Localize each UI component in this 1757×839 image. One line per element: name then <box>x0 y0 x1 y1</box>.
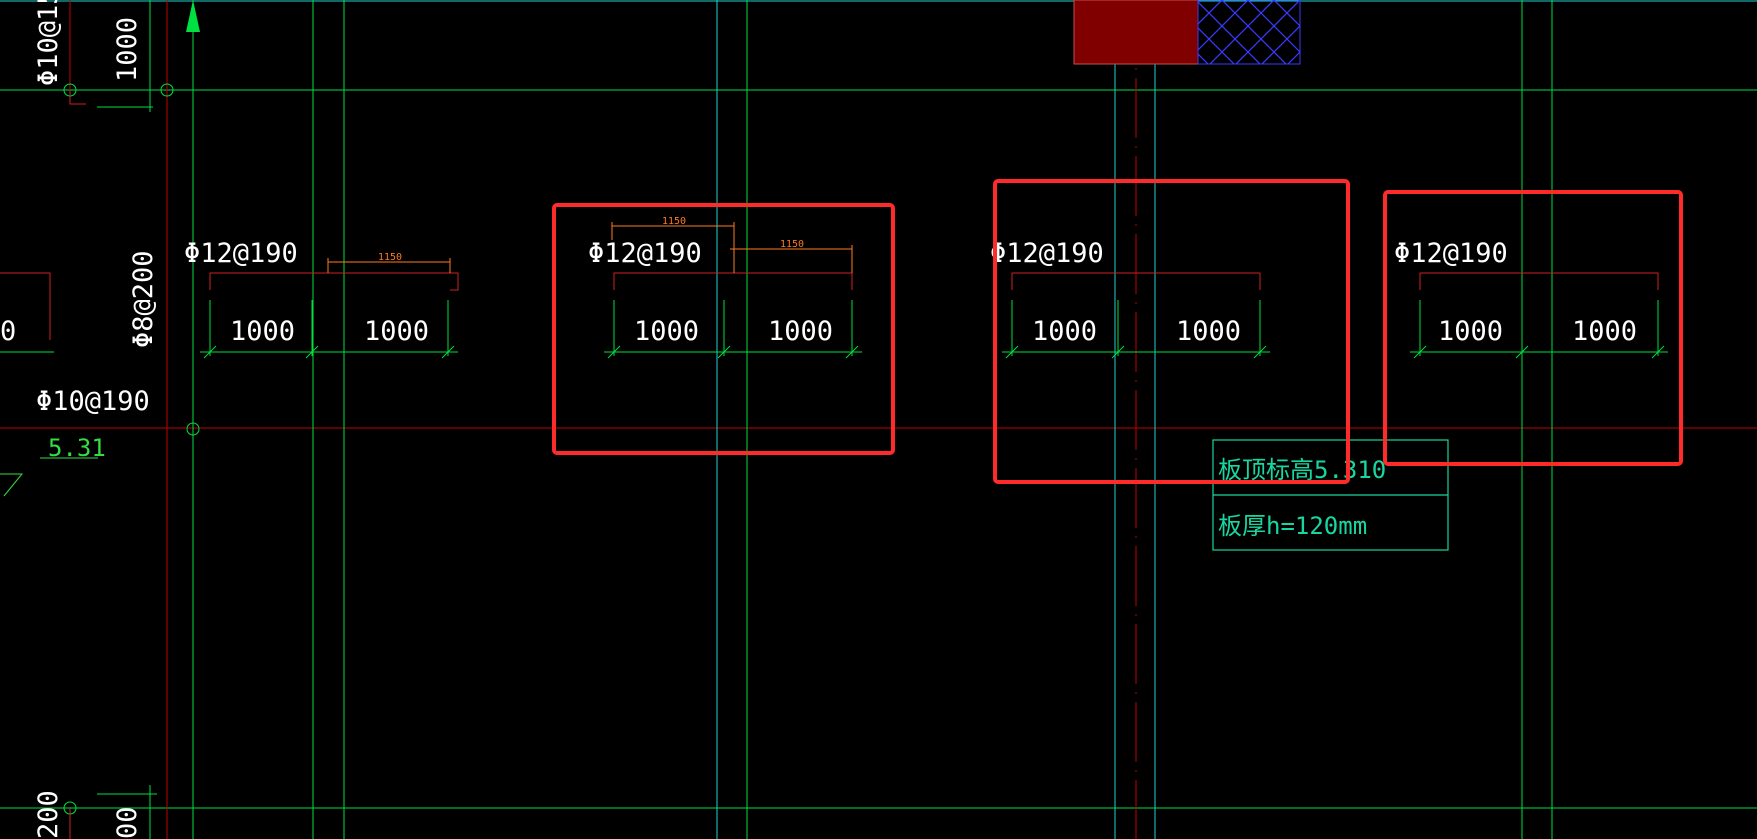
dim-text-left: 1000 <box>634 316 699 347</box>
rebar-group-3: Φ12@190 1000 1000 <box>990 238 1270 359</box>
dim-text-left: 1000 <box>1438 316 1503 347</box>
column-hatched <box>1197 0 1301 65</box>
rebar-label: Φ12@190 <box>990 238 1104 269</box>
column-solid <box>1073 0 1199 65</box>
rebar-label: Φ12@190 <box>1394 238 1508 269</box>
rebar-group-2: Φ12@190 1150 1150 1000 1000 <box>588 216 862 359</box>
slab-top-elevation: 板顶标高5.310 <box>1218 456 1386 484</box>
rebar-label: Φ12@190 <box>184 238 298 269</box>
dim-text-left: 1000 <box>1032 316 1097 347</box>
rebar-label-left-vertical: Φ8@200 <box>128 250 159 348</box>
north-arrow-icon <box>186 0 200 32</box>
rebar-label-corner-top: Φ10@15 <box>33 0 64 86</box>
grid-lines <box>0 0 1757 839</box>
dim-text-right: 1000 <box>768 316 833 347</box>
small-dim-text-1: 1150 <box>662 216 686 227</box>
dim-text-left: 1000 <box>230 316 295 347</box>
small-dim-text-2: 1150 <box>780 239 804 250</box>
slab-note-table: 板顶标高5.310 板厚h=120mm <box>1212 439 1449 551</box>
corner-rebar-hook <box>69 90 86 105</box>
dim-label-bottom-200: 200 <box>33 790 64 839</box>
dim-label-corner-1000: 1000 <box>112 17 143 82</box>
rebar-line <box>209 272 459 291</box>
dim-label-left-partial: 0 <box>0 316 16 347</box>
dim-text-right: 1000 <box>1572 316 1637 347</box>
rebar-group-4: Φ12@190 1000 1000 <box>1394 238 1668 359</box>
rebar-group-1: Φ12@190 1150 1000 1000 <box>184 238 459 359</box>
dim-text-right: 1000 <box>364 316 429 347</box>
dim-text-right: 1000 <box>1176 316 1241 347</box>
small-dim-text: 1150 <box>378 252 402 263</box>
corner-annotations: Φ10@15 1000 Φ8@200 Φ10@190 5.31 0 200 00 <box>0 0 159 839</box>
cad-drawing-canvas[interactable]: Φ10@15 1000 Φ8@200 Φ10@190 5.31 0 200 00… <box>0 0 1757 839</box>
rebar-label-lower: Φ10@190 <box>36 386 150 417</box>
rebar-line <box>613 272 853 290</box>
rebar-line <box>1419 272 1659 290</box>
dim-label-bottom-00: 00 <box>112 806 143 839</box>
elevation-triangle-icon <box>0 473 24 497</box>
rebar-label: Φ12@190 <box>588 238 702 269</box>
slab-thickness: 板厚h=120mm <box>1218 512 1367 540</box>
